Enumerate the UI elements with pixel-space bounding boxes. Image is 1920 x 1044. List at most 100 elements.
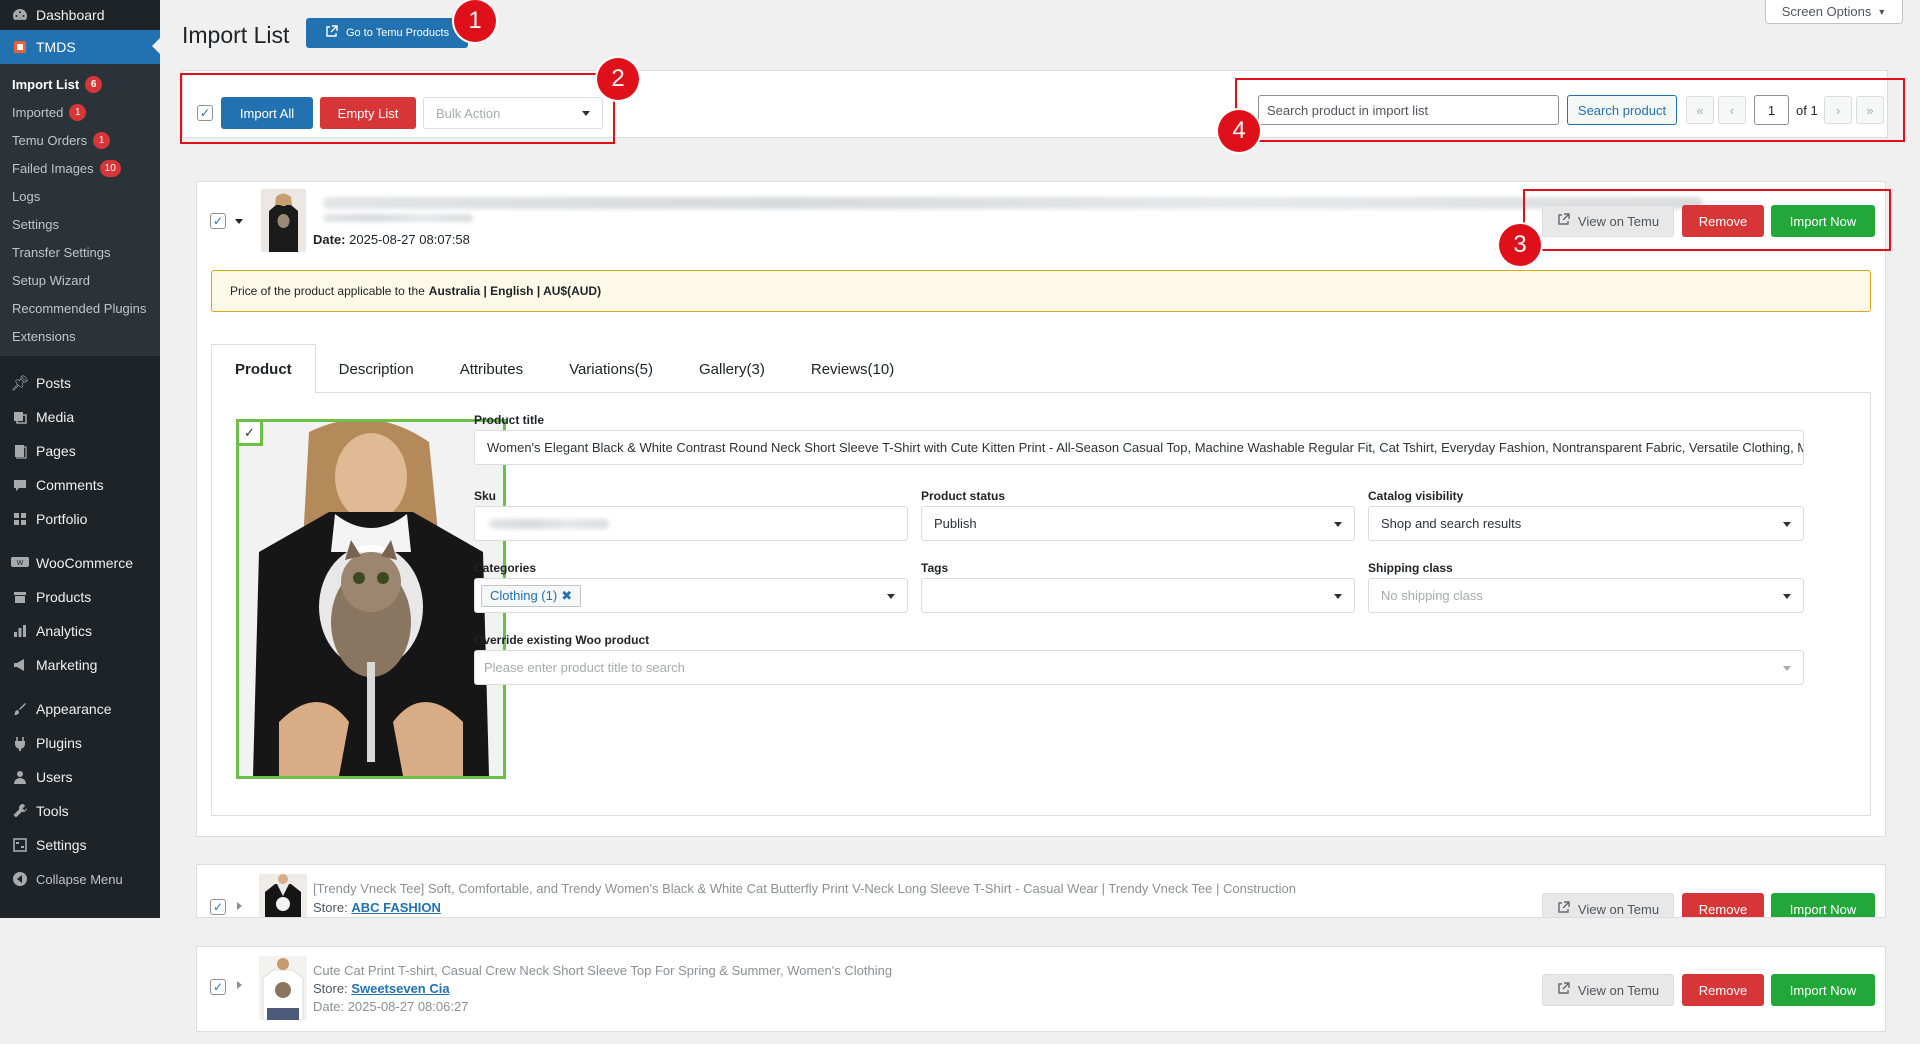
external-link-icon: [1557, 901, 1570, 917]
sidebar-item-products[interactable]: Products: [0, 580, 160, 614]
caret-down-icon: ▼: [1877, 6, 1887, 17]
expand-toggle-icon[interactable]: [237, 902, 242, 910]
collapse-icon: [10, 869, 30, 889]
tab-description[interactable]: Description: [316, 344, 437, 394]
submenu-settings[interactable]: Settings: [0, 210, 160, 238]
woo-icon: W: [10, 553, 30, 573]
product-title-label: Product title: [474, 413, 545, 427]
image-select-check[interactable]: ✓: [239, 422, 263, 446]
external-link-icon: [325, 25, 338, 41]
annotation-marker-2: 2: [597, 58, 639, 100]
remove-chip-icon[interactable]: ✖: [561, 588, 572, 604]
expand-toggle-icon[interactable]: [237, 981, 242, 989]
override-product-select[interactable]: Please enter product title to search: [474, 650, 1804, 685]
tab-attributes[interactable]: Attributes: [437, 344, 546, 394]
catalog-visibility-select[interactable]: Shop and search results: [1368, 506, 1804, 541]
sidebar-item-portfolio[interactable]: Portfolio: [0, 502, 160, 536]
annotation-box-4: [1235, 78, 1905, 142]
sidebar-item-collapse[interactable]: Collapse Menu: [0, 862, 160, 896]
sku-input[interactable]: [474, 506, 908, 541]
sidebar-item-appearance[interactable]: Appearance: [0, 692, 160, 726]
product-tab-panel: ✓ Product title Women's Elegant Black &: [211, 392, 1871, 816]
view-on-temu-button[interactable]: View on Temu: [1542, 893, 1674, 917]
megaphone-icon: [10, 655, 30, 675]
import-product-card: ✓ Date: 2025-08-27 08:07:58 View on Temu…: [196, 181, 1886, 837]
product-main-image[interactable]: ✓: [236, 419, 506, 779]
submenu-temu-orders[interactable]: Temu Orders 1: [0, 126, 160, 154]
sidebar-item-comments[interactable]: Comments: [0, 468, 160, 502]
sidebar-item-media[interactable]: Media: [0, 400, 160, 434]
submenu-imported[interactable]: Imported 1: [0, 98, 160, 126]
annotation-marker-4: 4: [1218, 110, 1260, 152]
categories-select[interactable]: Clothing (1) ✖: [474, 578, 908, 613]
submenu-setup-wizard[interactable]: Setup Wizard: [0, 266, 160, 294]
blurred-sku-value: [489, 519, 609, 529]
product-title: [Trendy Vneck Tee] Soft, Comfortable, an…: [313, 881, 1296, 896]
archive-icon: [10, 587, 30, 607]
sidebar-item-tmds[interactable]: TMDS: [0, 30, 160, 64]
submenu-extensions[interactable]: Extensions: [0, 322, 160, 350]
view-on-temu-button[interactable]: View on Temu: [1542, 974, 1674, 1006]
go-to-temu-products-button[interactable]: Go to Temu Products: [306, 18, 468, 48]
product-select-checkbox[interactable]: ✓: [210, 899, 226, 915]
tab-variations[interactable]: Variations(5): [546, 344, 676, 394]
pin-icon: 📌︎: [10, 375, 30, 392]
annotation-marker-1: 1: [454, 0, 496, 42]
media-icon: [10, 407, 30, 427]
annotation-marker-3: 3: [1499, 224, 1541, 266]
caret-down-icon: [1783, 521, 1791, 527]
tab-reviews[interactable]: Reviews(10): [788, 344, 917, 394]
sidebar-item-woocommerce[interactable]: W WooCommerce: [0, 546, 160, 580]
product-select-checkbox[interactable]: ✓: [210, 979, 226, 995]
page-icon: [10, 441, 30, 461]
remove-button[interactable]: Remove: [1682, 893, 1764, 917]
product-status-select[interactable]: Publish: [921, 506, 1355, 541]
shipping-class-label: Shipping class: [1368, 561, 1453, 575]
check-icon: ✓: [244, 424, 255, 440]
sidebar-item-settings[interactable]: Settings: [0, 828, 160, 862]
sidebar-item-posts[interactable]: 📌︎ Posts: [0, 366, 160, 400]
brush-icon: [10, 699, 30, 719]
submenu-import-list[interactable]: Import List 6: [0, 70, 160, 98]
submenu-transfer-settings[interactable]: Transfer Settings: [0, 238, 160, 266]
plugin-icon: [10, 733, 30, 753]
admin-sidebar: Dashboard TMDS Import List 6 Imported 1 Te…: [0, 0, 160, 918]
submenu-recommended-plugins[interactable]: Recommended Plugins: [0, 294, 160, 322]
tags-select[interactable]: [921, 578, 1355, 613]
svg-text:W: W: [17, 560, 24, 567]
check-icon: ✓: [212, 980, 224, 994]
screen-options-toggle[interactable]: Screen Options ▼: [1765, 0, 1903, 24]
annotation-box-3: [1523, 189, 1891, 251]
sidebar-item-analytics[interactable]: Analytics: [0, 614, 160, 648]
import-now-button[interactable]: Import Now: [1771, 893, 1875, 917]
product-title-input[interactable]: Women's Elegant Black & White Contrast R…: [474, 430, 1804, 465]
sidebar-item-dashboard[interactable]: Dashboard: [0, 0, 160, 30]
sidebar-item-plugins[interactable]: Plugins: [0, 726, 160, 760]
product-select-checkbox[interactable]: ✓: [210, 213, 226, 229]
product-store: Store: Sweetseven Cia: [313, 981, 450, 996]
product-tabs: Product Description Attributes Variation…: [211, 344, 917, 394]
submenu-failed-images[interactable]: Failed Images 10: [0, 154, 160, 182]
annotation-box-2: [180, 73, 615, 144]
sidebar-item-tools[interactable]: Tools: [0, 794, 160, 828]
import-product-card: ✓ [Trendy Vneck Tee] Soft, Comfortable, …: [196, 864, 1886, 918]
sidebar-item-marketing[interactable]: Marketing: [0, 648, 160, 682]
expand-toggle-icon[interactable]: [235, 219, 243, 224]
sidebar-item-pages[interactable]: Pages: [0, 434, 160, 468]
caret-down-icon: [1334, 593, 1342, 599]
import-now-button[interactable]: Import Now: [1771, 974, 1875, 1006]
temu-icon: [10, 37, 30, 57]
product-date: Date: 2025-08-27 08:07:58: [313, 232, 470, 247]
remove-button[interactable]: Remove: [1682, 974, 1764, 1006]
tab-gallery[interactable]: Gallery(3): [676, 344, 788, 394]
store-link[interactable]: Sweetseven Cia: [351, 981, 449, 996]
category-chip: Clothing (1) ✖: [481, 584, 582, 607]
shipping-class-select[interactable]: No shipping class: [1368, 578, 1804, 613]
tab-product[interactable]: Product: [211, 344, 316, 394]
sidebar-item-label: TMDS: [36, 39, 76, 55]
count-badge: 1: [69, 103, 87, 121]
submenu-logs[interactable]: Logs: [0, 182, 160, 210]
sidebar-item-label: Dashboard: [36, 7, 105, 23]
sidebar-item-users[interactable]: Users: [0, 760, 160, 794]
store-link[interactable]: ABC FASHION: [351, 900, 441, 915]
